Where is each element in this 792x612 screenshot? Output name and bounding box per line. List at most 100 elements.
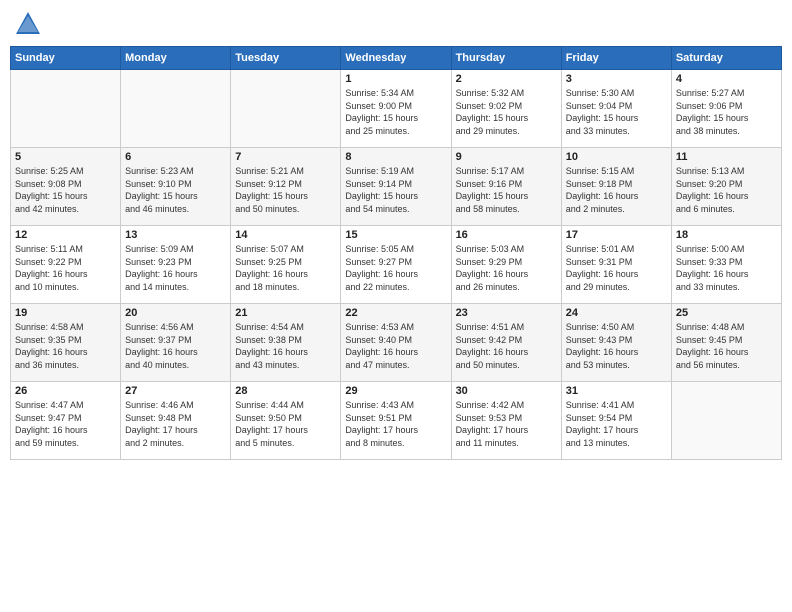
- day-cell: 1Sunrise: 5:34 AM Sunset: 9:00 PM Daylig…: [341, 70, 451, 148]
- day-number: 26: [15, 385, 116, 397]
- day-info: Sunrise: 4:58 AM Sunset: 9:35 PM Dayligh…: [15, 321, 116, 371]
- day-number: 15: [345, 229, 446, 241]
- day-number: 4: [676, 73, 777, 85]
- day-info: Sunrise: 5:17 AM Sunset: 9:16 PM Dayligh…: [456, 165, 557, 215]
- day-cell: 7 Sunrise: 5:21 AM Sunset: 9:12 PM Daylig…: [231, 148, 341, 226]
- day-cell: 20 Sunrise: 4:56 AM Sunset: 9:37 PM Dayli…: [121, 304, 231, 382]
- day-number: 10: [566, 151, 667, 163]
- day-cell: 23 Sunrise: 4:51 AM Sunset: 9:42 PM Dayli…: [451, 304, 561, 382]
- day-info: Sunrise: 5:15 AM Sunset: 9:18 PM Dayligh…: [566, 165, 667, 215]
- day-cell: [671, 382, 781, 460]
- col-header-tuesday: Tuesday: [231, 47, 341, 70]
- day-cell: 17 Sunrise: 5:01 AM Sunset: 9:31 PM Dayli…: [561, 226, 671, 304]
- col-header-thursday: Thursday: [451, 47, 561, 70]
- day-cell: 27Sunrise: 4:46 AM Sunset: 9:48 PM Dayli…: [121, 382, 231, 460]
- week-row-4: 19 Sunrise: 4:58 AM Sunset: 9:35 PM Dayli…: [11, 304, 782, 382]
- day-info: Sunrise: 4:41 AM Sunset: 9:54 PM Dayligh…: [566, 399, 667, 449]
- day-cell: 29 Sunrise: 4:43 AM Sunset: 9:51 PM Dayli…: [341, 382, 451, 460]
- day-cell: [231, 70, 341, 148]
- day-number: 18: [676, 229, 777, 241]
- day-info: Sunrise: 4:56 AM Sunset: 9:37 PM Dayligh…: [125, 321, 226, 371]
- day-info: Sunrise: 4:51 AM Sunset: 9:42 PM Dayligh…: [456, 321, 557, 371]
- day-info: Sunrise: 5:32 AM Sunset: 9:02 PM Dayligh…: [456, 87, 557, 137]
- day-info: Sunrise: 5:19 AM Sunset: 9:14 PM Dayligh…: [345, 165, 446, 215]
- logo: [14, 10, 46, 38]
- day-number: 29: [345, 385, 446, 397]
- day-number: 14: [235, 229, 336, 241]
- day-cell: 5 Sunrise: 5:25 AM Sunset: 9:08 PM Daylig…: [11, 148, 121, 226]
- day-cell: 13 Sunrise: 5:09 AM Sunset: 9:23 PM Dayli…: [121, 226, 231, 304]
- day-cell: 15 Sunrise: 5:05 AM Sunset: 9:27 PM Dayli…: [341, 226, 451, 304]
- day-info: Sunrise: 4:44 AM Sunset: 9:50 PM Dayligh…: [235, 399, 336, 449]
- day-number: 25: [676, 307, 777, 319]
- day-number: 13: [125, 229, 226, 241]
- day-number: 6: [125, 151, 226, 163]
- day-cell: 21Sunrise: 4:54 AM Sunset: 9:38 PM Dayli…: [231, 304, 341, 382]
- day-cell: 14 Sunrise: 5:07 AM Sunset: 9:25 PM Dayli…: [231, 226, 341, 304]
- day-number: 3: [566, 73, 667, 85]
- day-number: 28: [235, 385, 336, 397]
- day-number: 20: [125, 307, 226, 319]
- day-number: 16: [456, 229, 557, 241]
- day-number: 5: [15, 151, 116, 163]
- col-header-sunday: Sunday: [11, 47, 121, 70]
- week-row-2: 5 Sunrise: 5:25 AM Sunset: 9:08 PM Daylig…: [11, 148, 782, 226]
- day-cell: 19 Sunrise: 4:58 AM Sunset: 9:35 PM Dayli…: [11, 304, 121, 382]
- week-row-5: 26 Sunrise: 4:47 AM Sunset: 9:47 PM Dayli…: [11, 382, 782, 460]
- day-number: 8: [345, 151, 446, 163]
- day-number: 9: [456, 151, 557, 163]
- day-info: Sunrise: 4:42 AM Sunset: 9:53 PM Dayligh…: [456, 399, 557, 449]
- logo-icon: [14, 10, 42, 38]
- day-info: Sunrise: 5:00 AM Sunset: 9:33 PM Dayligh…: [676, 243, 777, 293]
- day-number: 7: [235, 151, 336, 163]
- day-info: Sunrise: 5:09 AM Sunset: 9:23 PM Dayligh…: [125, 243, 226, 293]
- day-cell: 9 Sunrise: 5:17 AM Sunset: 9:16 PM Daylig…: [451, 148, 561, 226]
- day-number: 19: [15, 307, 116, 319]
- day-info: Sunrise: 4:46 AM Sunset: 9:48 PM Dayligh…: [125, 399, 226, 449]
- week-row-1: 1Sunrise: 5:34 AM Sunset: 9:00 PM Daylig…: [11, 70, 782, 148]
- day-cell: 4 Sunrise: 5:27 AM Sunset: 9:06 PM Daylig…: [671, 70, 781, 148]
- day-cell: 18 Sunrise: 5:00 AM Sunset: 9:33 PM Dayli…: [671, 226, 781, 304]
- day-number: 1: [345, 73, 446, 85]
- day-cell: 3 Sunrise: 5:30 AM Sunset: 9:04 PM Daylig…: [561, 70, 671, 148]
- day-info: Sunrise: 5:11 AM Sunset: 9:22 PM Dayligh…: [15, 243, 116, 293]
- day-number: 31: [566, 385, 667, 397]
- day-number: 22: [345, 307, 446, 319]
- day-info: Sunrise: 4:47 AM Sunset: 9:47 PM Dayligh…: [15, 399, 116, 449]
- day-info: Sunrise: 4:43 AM Sunset: 9:51 PM Dayligh…: [345, 399, 446, 449]
- day-cell: 28 Sunrise: 4:44 AM Sunset: 9:50 PM Dayli…: [231, 382, 341, 460]
- calendar-header-row: SundayMondayTuesdayWednesdayThursdayFrid…: [11, 47, 782, 70]
- day-info: Sunrise: 5:05 AM Sunset: 9:27 PM Dayligh…: [345, 243, 446, 293]
- week-row-3: 12 Sunrise: 5:11 AM Sunset: 9:22 PM Dayli…: [11, 226, 782, 304]
- day-info: Sunrise: 5:27 AM Sunset: 9:06 PM Dayligh…: [676, 87, 777, 137]
- day-cell: 16 Sunrise: 5:03 AM Sunset: 9:29 PM Dayli…: [451, 226, 561, 304]
- day-number: 17: [566, 229, 667, 241]
- day-cell: 31 Sunrise: 4:41 AM Sunset: 9:54 PM Dayli…: [561, 382, 671, 460]
- day-number: 12: [15, 229, 116, 241]
- day-cell: 12 Sunrise: 5:11 AM Sunset: 9:22 PM Dayli…: [11, 226, 121, 304]
- day-info: Sunrise: 4:53 AM Sunset: 9:40 PM Dayligh…: [345, 321, 446, 371]
- header: [10, 10, 782, 38]
- day-cell: 22 Sunrise: 4:53 AM Sunset: 9:40 PM Dayli…: [341, 304, 451, 382]
- calendar: SundayMondayTuesdayWednesdayThursdayFrid…: [10, 46, 782, 460]
- day-cell: 30 Sunrise: 4:42 AM Sunset: 9:53 PM Dayli…: [451, 382, 561, 460]
- day-number: 2: [456, 73, 557, 85]
- day-info: Sunrise: 5:01 AM Sunset: 9:31 PM Dayligh…: [566, 243, 667, 293]
- col-header-saturday: Saturday: [671, 47, 781, 70]
- day-number: 24: [566, 307, 667, 319]
- day-number: 23: [456, 307, 557, 319]
- day-info: Sunrise: 5:07 AM Sunset: 9:25 PM Dayligh…: [235, 243, 336, 293]
- day-info: Sunrise: 4:48 AM Sunset: 9:45 PM Dayligh…: [676, 321, 777, 371]
- day-cell: 8 Sunrise: 5:19 AM Sunset: 9:14 PM Daylig…: [341, 148, 451, 226]
- day-info: Sunrise: 5:13 AM Sunset: 9:20 PM Dayligh…: [676, 165, 777, 215]
- day-cell: 24Sunrise: 4:50 AM Sunset: 9:43 PM Dayli…: [561, 304, 671, 382]
- day-info: Sunrise: 5:25 AM Sunset: 9:08 PM Dayligh…: [15, 165, 116, 215]
- day-cell: 2 Sunrise: 5:32 AM Sunset: 9:02 PM Daylig…: [451, 70, 561, 148]
- day-info: Sunrise: 5:30 AM Sunset: 9:04 PM Dayligh…: [566, 87, 667, 137]
- day-info: Sunrise: 5:03 AM Sunset: 9:29 PM Dayligh…: [456, 243, 557, 293]
- day-number: 30: [456, 385, 557, 397]
- col-header-wednesday: Wednesday: [341, 47, 451, 70]
- day-info: Sunrise: 5:21 AM Sunset: 9:12 PM Dayligh…: [235, 165, 336, 215]
- day-info: Sunrise: 5:23 AM Sunset: 9:10 PM Dayligh…: [125, 165, 226, 215]
- day-cell: [121, 70, 231, 148]
